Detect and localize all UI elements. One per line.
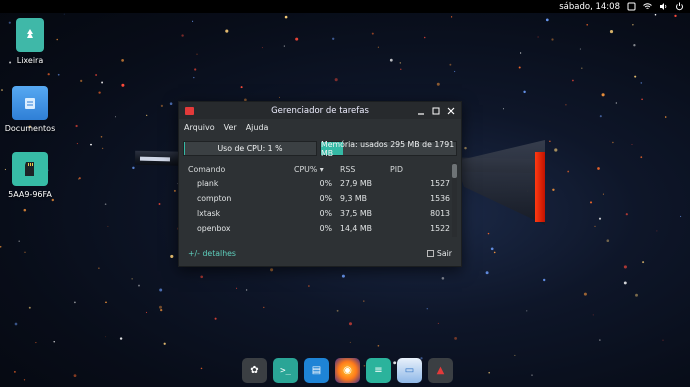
dock-app-firefox[interactable]: ◉ [335, 358, 360, 383]
cell-cpu: 0% [319, 179, 332, 188]
cell-rss: 14,4 MB [340, 224, 372, 233]
network-icon[interactable] [643, 2, 652, 11]
cell-command: lxtask [197, 209, 221, 218]
dock-app-text-editor[interactable]: ≡ [366, 358, 391, 383]
menu-bar: Arquivo Ver Ajuda [179, 119, 461, 136]
quit-icon [426, 249, 434, 257]
cell-cpu: 0% [319, 224, 332, 233]
dock-app-settings[interactable]: ✿ [242, 358, 267, 383]
sdcard-icon [12, 152, 48, 186]
dock-app-task-manager[interactable]: ▲ [428, 358, 453, 383]
desktop-icon-sdcard[interactable]: 5AA9-96FA [0, 152, 60, 199]
cell-pid: 1536 [430, 194, 450, 203]
close-icon[interactable] [447, 107, 455, 115]
menu-arquivo[interactable]: Arquivo [184, 123, 215, 132]
gear-icon: ✿ [250, 365, 259, 376]
cpu-usage-bar: Uso de CPU: 1 % [183, 141, 318, 156]
cell-cpu: 0% [319, 209, 332, 218]
wallpaper-cone [455, 140, 545, 225]
top-panel: sábado, 14:08 [0, 0, 690, 13]
task-manager-window: Gerenciador de tarefas Arquivo Ver Ajuda… [178, 101, 462, 267]
terminal-icon: >_ [280, 365, 291, 376]
table-row[interactable]: lxtask 0% 37,5 MB 8013 [183, 206, 457, 221]
dock-app-file-manager[interactable]: ▤ [304, 358, 329, 383]
clock[interactable]: sábado, 14:08 [559, 2, 620, 12]
maximize-icon[interactable] [432, 107, 440, 115]
column-header-rss[interactable]: RSS [334, 165, 384, 174]
column-header-pid[interactable]: PID [384, 165, 450, 174]
cpu-usage-fill [184, 142, 186, 155]
process-table: Comando CPU% ▾ RSS PID plank 0% 27,9 MB … [183, 162, 457, 237]
desktop-icon-label: Lixeira [16, 56, 44, 65]
file-manager-icon: ▤ [311, 365, 322, 376]
menu-ajuda[interactable]: Ajuda [246, 123, 269, 132]
power-icon[interactable] [675, 2, 684, 11]
table-row[interactable]: compton 0% 9,3 MB 1536 [183, 191, 457, 206]
cell-rss: 27,9 MB [340, 179, 372, 188]
scrollbar-thumb[interactable] [452, 164, 457, 178]
column-header-cpu-label: CPU% [294, 164, 318, 174]
firefox-icon: ◉ [343, 365, 352, 376]
sort-desc-icon: ▾ [319, 164, 324, 174]
wallpaper-red-cap [535, 152, 545, 222]
dock: ✿ >_ ▤ ◉ ≡ ▭ ▲ [242, 358, 453, 385]
cell-pid: 8013 [430, 209, 450, 218]
column-header-command[interactable]: Comando [183, 165, 294, 174]
dock-app-terminal[interactable]: >_ [273, 358, 298, 383]
column-header-cpu[interactable]: CPU% ▾ [294, 165, 334, 174]
table-row[interactable]: plank 0% 27,9 MB 1527 [183, 176, 457, 191]
cell-command: plank [197, 179, 219, 188]
dock-app-image-viewer[interactable]: ▭ [397, 358, 422, 383]
details-toggle-link[interactable]: +/- detalhes [188, 249, 236, 258]
text-editor-icon: ≡ [374, 365, 383, 376]
task-manager-icon: ▲ [436, 365, 445, 376]
desktop-icon-label: 5AA9-96FA [8, 190, 52, 199]
image-viewer-icon: ▭ [404, 365, 415, 376]
cell-rss: 37,5 MB [340, 209, 372, 218]
table-header: Comando CPU% ▾ RSS PID [183, 162, 457, 176]
cell-pid: 1522 [430, 224, 450, 233]
folder-icon [12, 86, 48, 120]
desktop-icon-documents[interactable]: Documentos [0, 86, 60, 133]
menu-ver[interactable]: Ver [224, 123, 237, 132]
cpu-usage-text: Uso de CPU: 1 % [217, 144, 283, 153]
window-titlebar[interactable]: Gerenciador de tarefas [179, 102, 461, 119]
desktop-icon-trash[interactable]: Lixeira [0, 18, 60, 65]
minimize-icon[interactable] [417, 107, 425, 115]
volume-icon[interactable] [659, 2, 668, 11]
cell-pid: 1527 [430, 179, 450, 188]
quit-button-label: Sair [436, 248, 452, 258]
memory-usage-text: Memória: usados 295 MB de 1791 MB [321, 139, 455, 158]
notification-icon[interactable] [627, 2, 636, 11]
cell-rss: 9,3 MB [340, 194, 367, 203]
cell-command: openbox [197, 224, 231, 233]
cell-command: compton [197, 194, 232, 203]
table-scrollbar[interactable] [452, 162, 457, 237]
memory-usage-bar: Memória: usados 295 MB de 1791 MB [320, 139, 457, 158]
wallpaper-rod-tip [139, 156, 171, 162]
table-row[interactable]: openbox 0% 14,4 MB 1522 [183, 221, 457, 236]
cell-cpu: 0% [319, 194, 332, 203]
quit-button[interactable]: Sair [426, 248, 452, 258]
trash-icon [16, 18, 44, 52]
desktop-icon-label: Documentos [4, 124, 56, 133]
